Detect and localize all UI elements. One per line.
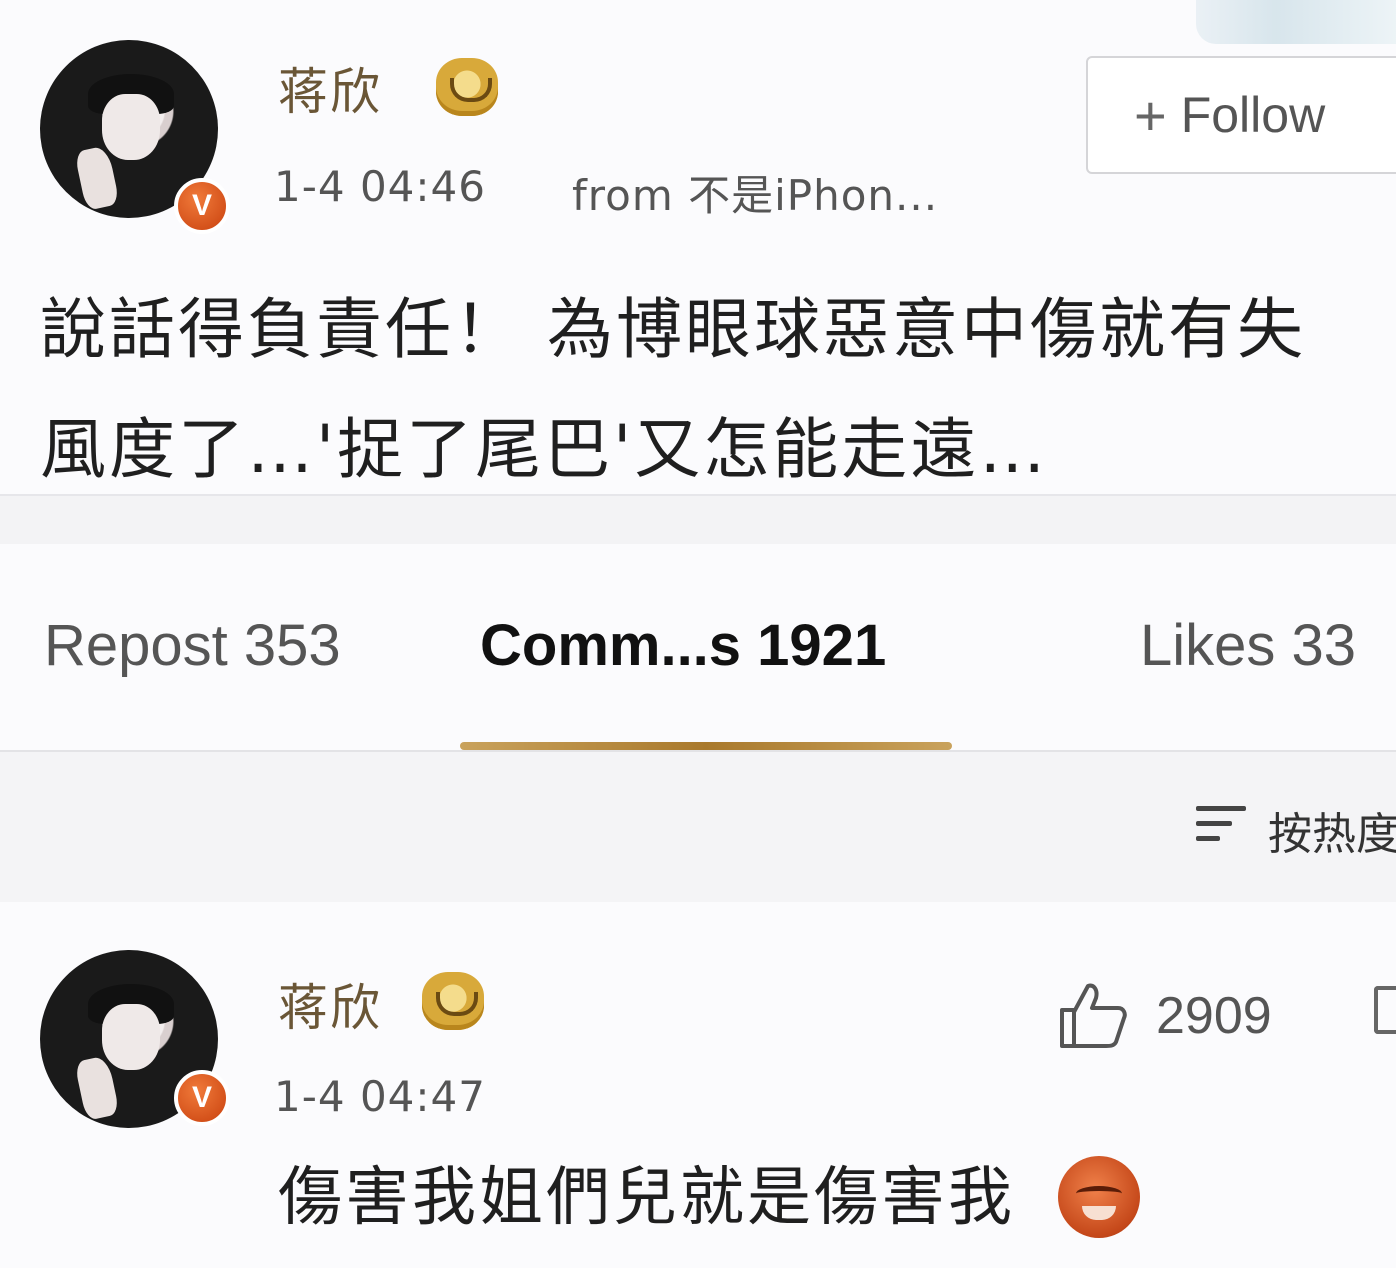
comment-like-count: 2909 [1156,987,1272,1045]
decorative-corner [1196,0,1396,44]
reply-icon[interactable] [1374,986,1396,1034]
member-crown-icon [436,58,498,116]
post-source: from 不是iPhon... [572,171,939,220]
verified-badge-icon: V [174,1070,230,1126]
plus-icon: + [1134,83,1167,147]
tab-repost[interactable]: Repost 353 [44,612,341,679]
member-crown-icon [422,972,484,1030]
sort-icon[interactable] [1196,804,1248,844]
comment-username[interactable]: 蒋欣 [278,968,382,1040]
post-body: 說話得負責任！ 為博眼球惡意中傷就有失 風度了…'捉了尾巴'又怎能走遠… [40,291,1306,488]
avatar-face [102,1004,160,1070]
comment-body: 傷害我姐們兒就是傷害我 [278,1161,1015,1235]
thumbs-up-icon[interactable] [1058,980,1128,1050]
verified-badge-icon: V [174,178,230,234]
tab-comments[interactable]: Comm...s 1921 [480,612,886,679]
post-username[interactable]: 蒋欣 [278,52,382,124]
active-tab-indicator [460,742,952,750]
tab-likes[interactable]: Likes 33 [1140,612,1356,679]
avatar-face [102,94,160,160]
section-divider [0,494,1396,544]
sort-by-hot-button[interactable]: 按热度 [1268,798,1396,862]
comment-timestamp: 1-4 04:47 [274,1072,486,1121]
avatar[interactable]: V [40,40,230,234]
follow-label: Follow [1180,87,1326,143]
follow-button[interactable]: + Follow [1086,56,1396,174]
comment-avatar[interactable]: V [40,950,230,1128]
post-timestamp: 1-4 04:46 [274,162,486,211]
sort-bar [0,752,1396,902]
angry-emoji-icon [1058,1156,1140,1238]
